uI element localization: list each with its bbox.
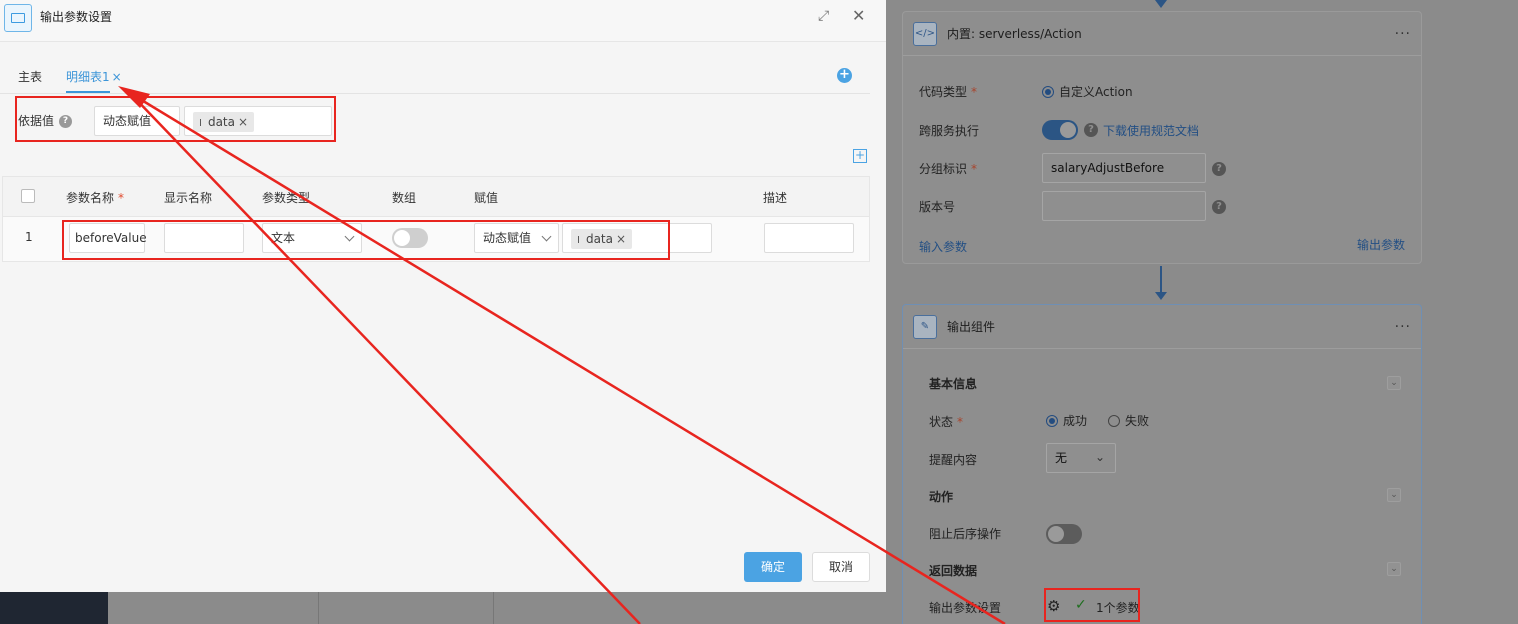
- block-label: 阻止后序操作: [929, 527, 1002, 541]
- action-node-title: 内置: serverless/Action: [947, 27, 1082, 41]
- select-all-checkbox[interactable]: [21, 189, 35, 203]
- flow-connector: [1155, 0, 1167, 8]
- reminder-select[interactable]: 无 ⌄: [1046, 443, 1116, 473]
- block-toggle[interactable]: [1046, 524, 1082, 544]
- collapse-icon[interactable]: ⌄: [1387, 562, 1401, 576]
- version-label: 版本号: [919, 200, 956, 214]
- status-label: 状态 *: [929, 414, 964, 430]
- col-assign: 赋值: [474, 191, 499, 205]
- output-node-title: 输出组件: [947, 320, 996, 334]
- cancel-button[interactable]: 取消: [812, 552, 870, 582]
- more-icon[interactable]: ···: [1395, 319, 1411, 335]
- col-display-name: 显示名称: [164, 191, 213, 205]
- tab-close-icon[interactable]: ×: [112, 70, 122, 84]
- document-icon: ✎: [913, 314, 937, 339]
- group-label: 分组标识 *: [919, 161, 978, 177]
- add-row-icon[interactable]: +: [853, 149, 867, 163]
- help-icon[interactable]: ?: [1212, 162, 1226, 176]
- group-input[interactable]: salaryAdjustBefore: [1042, 153, 1206, 183]
- reminder-label: 提醒内容: [929, 453, 978, 467]
- divider: [493, 592, 494, 624]
- col-description: 描述: [763, 191, 788, 205]
- annotation-box-row: [62, 220, 670, 260]
- divider: [318, 592, 319, 624]
- output-setting-label: 输出参数设置: [929, 601, 1002, 615]
- status-success-radio[interactable]: 成功: [1046, 412, 1087, 429]
- tab-detail-1[interactable]: 明细表1 ×: [66, 68, 122, 85]
- col-param-type: 参数类型: [262, 191, 311, 205]
- annotation-box-output: [1044, 588, 1140, 622]
- more-icon[interactable]: ···: [1395, 26, 1411, 42]
- col-param-name: 参数名称 *: [66, 191, 125, 205]
- code-type-label: 代码类型 *: [919, 84, 978, 100]
- help-icon[interactable]: ?: [1084, 123, 1098, 137]
- version-input[interactable]: [1042, 191, 1206, 221]
- sidebar-footer: [0, 592, 108, 624]
- output-node-card[interactable]: ✎ 输出组件 ··· 基本信息 ⌄ 状态 * 成功 失败 提醒内容 无 ⌄ 动作 ⌄…: [902, 304, 1422, 624]
- dialog-header: 输出参数设置 ⤢ ✕: [0, 0, 886, 42]
- dialog-title: 输出参数设置: [40, 10, 113, 24]
- help-icon[interactable]: ?: [1212, 200, 1226, 214]
- action-node-card[interactable]: </> 内置: serverless/Action ··· 代码类型 * 自定义A…: [902, 11, 1422, 264]
- code-icon: </>: [913, 21, 937, 46]
- confirm-button[interactable]: 确定: [744, 552, 802, 582]
- expand-icon[interactable]: ⤢: [818, 8, 829, 24]
- input-params-link[interactable]: 输入参数: [919, 238, 967, 255]
- section-basic-info: 基本信息: [929, 377, 978, 391]
- tab-bar: 主表 明细表1 ×: [0, 58, 870, 94]
- output-params-dialog: 输出参数设置 ⤢ ✕ 主表 明细表1 × + 依据值? 动态赋值 Ⅰdata × +…: [0, 0, 886, 592]
- section-action: 动作: [929, 490, 954, 504]
- cross-service-toggle[interactable]: [1042, 120, 1078, 140]
- col-array: 数组: [392, 191, 417, 205]
- status-fail-radio[interactable]: 失败: [1108, 412, 1149, 429]
- flow-connector: [1155, 266, 1167, 300]
- tab-main[interactable]: 主表: [18, 68, 42, 85]
- monitor-icon: [4, 4, 32, 32]
- table-header: 参数名称 * 显示名称 参数类型 数组 赋值 描述: [3, 177, 869, 217]
- cross-service-label: 跨服务执行: [919, 124, 980, 138]
- add-tab-icon[interactable]: +: [837, 68, 852, 83]
- active-tab-indicator: [66, 91, 110, 93]
- collapse-icon[interactable]: ⌄: [1387, 376, 1401, 390]
- code-type-radio[interactable]: 自定义Action: [1042, 83, 1133, 100]
- download-doc-link[interactable]: 下载使用规范文档: [1103, 122, 1199, 139]
- annotation-box-dependency: [15, 96, 336, 142]
- description-input[interactable]: [764, 223, 854, 253]
- section-return-data: 返回数据: [929, 564, 978, 578]
- row-index: 1: [25, 230, 33, 244]
- collapse-icon[interactable]: ⌄: [1387, 488, 1401, 502]
- output-params-link[interactable]: 输出参数: [1357, 236, 1405, 253]
- close-icon[interactable]: ✕: [852, 6, 865, 25]
